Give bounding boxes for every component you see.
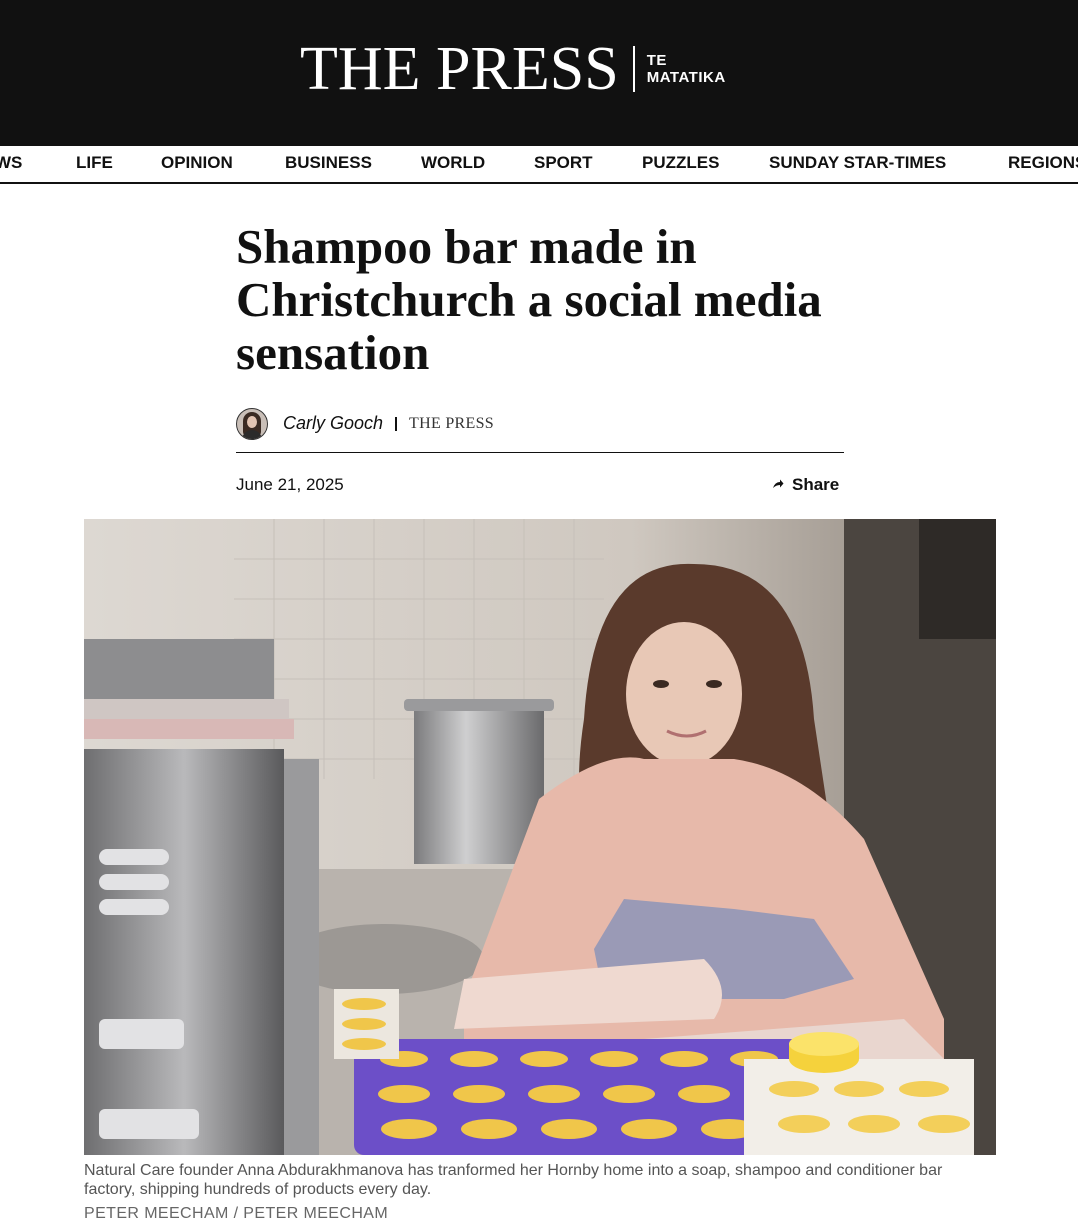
article-photo [84, 519, 996, 1155]
photo-caption: Natural Care founder Anna Abdurakhmanova… [84, 1162, 943, 1198]
nav-item-news[interactable]: WS [0, 146, 22, 182]
masthead: THE PRESS TE MATATIKA [0, 0, 1078, 146]
nav-item-life[interactable]: LIFE [76, 146, 113, 182]
nav-item-business[interactable]: BUSINESS [285, 146, 372, 182]
section-nav: WS LIFE OPINION BUSINESS WORLD SPORT PUZ… [0, 146, 1078, 184]
share-label: Share [792, 475, 840, 494]
nav-item-sunday-star-times[interactable]: SUNDAY STAR-TIMES [769, 146, 946, 182]
photo-credit: PETER MEECHAM / PETER MEECHAM [84, 1205, 389, 1222]
byline-separator [395, 416, 398, 431]
byline-divider [236, 452, 844, 453]
logo-title: THE PRESS [300, 35, 619, 103]
nav-item-opinion[interactable]: OPINION [161, 146, 233, 182]
nav-item-puzzles[interactable]: PUZZLES [642, 146, 719, 182]
site-logo[interactable]: THE PRESS TE MATATIKA [300, 38, 726, 100]
article-headline: Shampoo bar made in Christchurch a socia… [236, 219, 822, 380]
author-avatar[interactable] [236, 407, 268, 440]
share-arrow-icon [772, 478, 784, 493]
share-button[interactable]: Share [772, 475, 839, 495]
nav-item-world[interactable]: WORLD [421, 146, 485, 182]
article-photo-image [84, 519, 996, 1155]
logo-divider [632, 46, 635, 92]
author-name[interactable]: Carly Gooch [283, 413, 383, 434]
publish-date: June 21, 2025 [236, 475, 344, 494]
byline: Carly Gooch THE PRESS [236, 407, 494, 440]
nav-item-regions[interactable]: REGIONS [1008, 146, 1078, 182]
logo-subtitle: TE MATATIKA [647, 52, 726, 86]
publication-name: THE PRESS [409, 414, 494, 432]
nav-item-sport[interactable]: SPORT [534, 146, 593, 182]
logo-subtitle-line2: MATATIKA [646, 69, 726, 86]
logo-subtitle-line1: TE [646, 52, 667, 69]
